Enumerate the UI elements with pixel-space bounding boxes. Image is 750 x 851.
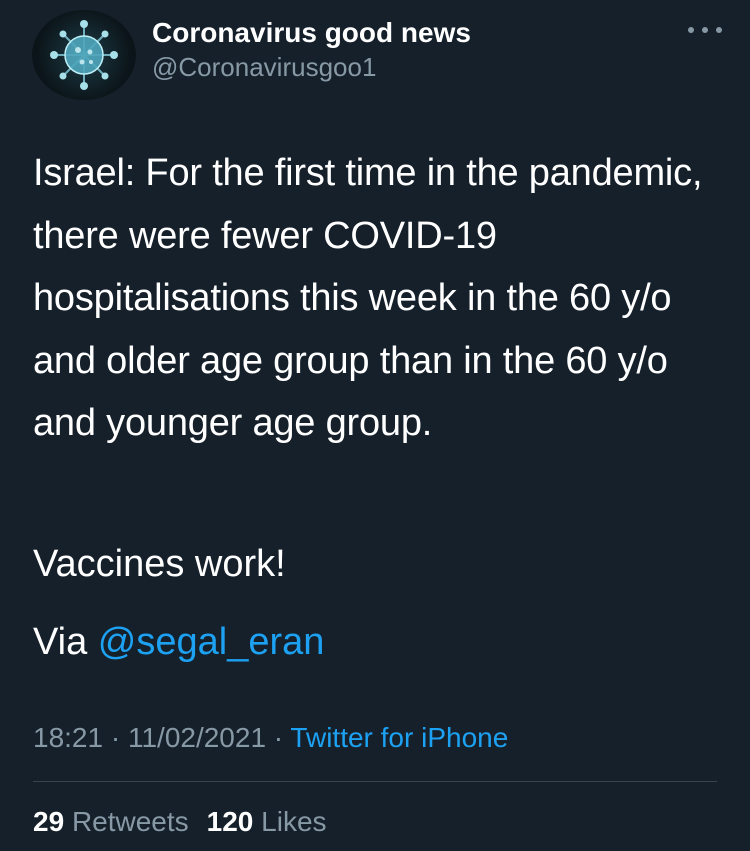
retweets-stat[interactable]: 29 Retweets bbox=[33, 806, 189, 837]
tweet-text: Israel: For the first time in the pandem… bbox=[33, 142, 723, 455]
source-link[interactable]: Twitter for iPhone bbox=[290, 722, 508, 753]
tweet-detail: Coronavirus good news @Coronavirusgoo1 I… bbox=[0, 0, 750, 851]
tweet-paragraph: Via @segal_eran bbox=[33, 611, 324, 673]
more-dot-icon bbox=[716, 27, 722, 33]
retweets-label: Retweets bbox=[71, 806, 189, 837]
user-info: Coronavirus good news @Coronavirusgoo1 bbox=[152, 16, 471, 84]
avatar[interactable] bbox=[32, 10, 136, 100]
virus-icon bbox=[50, 20, 118, 90]
tweet-header: Coronavirus good news @Coronavirusgoo1 bbox=[32, 10, 722, 100]
more-dot-icon bbox=[702, 27, 708, 33]
separator: · bbox=[266, 722, 291, 753]
engagement-stats: 29 Retweets 120 Likes bbox=[33, 802, 327, 842]
separator: · bbox=[103, 722, 128, 753]
divider bbox=[33, 781, 717, 782]
likes-count: 120 bbox=[206, 806, 254, 837]
tweet-paragraph: Vaccines work! bbox=[33, 543, 286, 585]
tweet-metadata: 18:21 · 11/02/2021 · Twitter for iPhone bbox=[33, 718, 508, 758]
likes-stat[interactable]: 120 Likes bbox=[207, 806, 327, 837]
retweets-count: 29 bbox=[33, 806, 65, 837]
tweet-date: 11/02/2021 bbox=[127, 722, 267, 753]
likes-label: Likes bbox=[261, 806, 327, 837]
more-options-button[interactable] bbox=[688, 18, 722, 42]
tweet-time: 18:21 bbox=[33, 722, 104, 753]
tweet-paragraph: Israel: For the first time in the pandem… bbox=[33, 152, 703, 444]
user-handle[interactable]: @Coronavirusgoo1 bbox=[152, 50, 471, 84]
mention-link[interactable]: @segal_eran bbox=[98, 621, 325, 663]
via-label: Via bbox=[33, 621, 98, 663]
display-name[interactable]: Coronavirus good news bbox=[152, 16, 471, 50]
more-dot-icon bbox=[688, 27, 694, 33]
